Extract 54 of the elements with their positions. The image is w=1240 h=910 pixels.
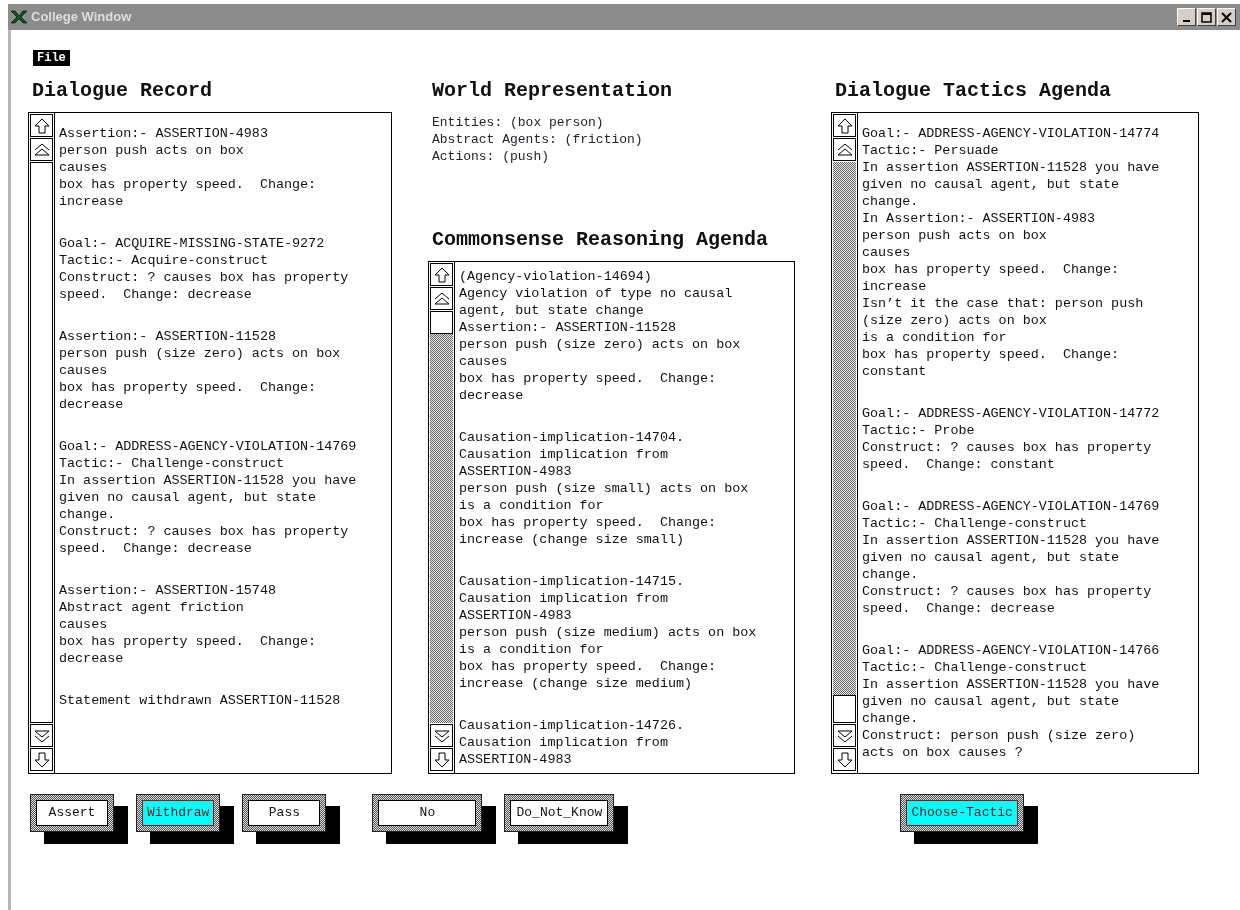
world-fact: Actions: (push) bbox=[432, 148, 551, 165]
entry-text: Goal:- ADDRESS-AGENCY-VIOLATION-14769 Tactic:- Challenge-construct In assertion ASSERTION-11528 you have given no causal agent, but state change. Construct: ? causes box has property speed. Change: decrease bbox=[59, 438, 358, 557]
up-arrow-icon bbox=[432, 265, 451, 284]
section-heading: Commonsense Reasoning Agenda bbox=[432, 227, 770, 253]
entry-text: Causation-implication-14726. Causation implication from ASSERTION-4983 bbox=[459, 717, 685, 768]
page-down-button[interactable] bbox=[833, 724, 856, 747]
world-fact: Abstract Agents: (friction) bbox=[432, 131, 644, 148]
scrollbar-thumb[interactable] bbox=[30, 162, 53, 723]
entry-text: Goal:- ADDRESS-AGENCY-VIOLATION-14772 Tactic:- Probe Construct: ? causes box has property speed. Change: constant bbox=[862, 405, 1161, 473]
scroll-down-button[interactable] bbox=[833, 748, 856, 771]
maximize-icon bbox=[1200, 11, 1213, 23]
section-heading: Dialogue Record bbox=[32, 78, 214, 104]
scroll-down-button[interactable] bbox=[30, 748, 53, 771]
section-heading: Dialogue Tactics Agenda bbox=[835, 78, 1113, 104]
x-logo-icon bbox=[10, 10, 28, 24]
entry-text: Assertion:- ASSERTION-15748 Abstract agent friction causes box has property speed. Change: decrease bbox=[59, 582, 318, 667]
scroll-up-button[interactable] bbox=[833, 114, 856, 137]
entry-text: Goal:- ADDRESS-AGENCY-VIOLATION-14766 Tactic:- Challenge-construct In assertion ASSERTION-11528 you have given no causal agent, but state change. Construct: person push (size zero) acts on box causes ? bbox=[862, 642, 1161, 761]
page-down-button[interactable] bbox=[30, 724, 53, 747]
down-arrow-icon bbox=[835, 750, 854, 769]
entry-text: Causation-implication-14715. Causation implication from ASSERTION-4983 person push (size medium) acts on box is a condition for box has property speed. Change: increase (change size medium) bbox=[459, 573, 758, 692]
scroll-up-button[interactable] bbox=[30, 114, 53, 137]
scrollbar-thumb[interactable] bbox=[833, 694, 856, 723]
page-up-button[interactable] bbox=[833, 138, 856, 161]
maximize-button[interactable] bbox=[1197, 8, 1216, 26]
window-title: College Window bbox=[31, 8, 132, 27]
page-down-button[interactable] bbox=[430, 724, 453, 747]
page-up-button[interactable] bbox=[30, 138, 53, 161]
entry-text: Goal:- ADDRESS-AGENCY-VIOLATION-14769 Tactic:- Challenge-construct In assertion ASSERTION-11528 you have given no causal agent, but state change. Construct: ? causes box has property speed. Change: decrease bbox=[862, 498, 1161, 617]
menu-item[interactable]: File bbox=[33, 50, 70, 66]
scrollbar[interactable] bbox=[429, 262, 455, 773]
entry-text: Statement withdrawn ASSERTION-11528 bbox=[59, 692, 342, 709]
up-arrow-icon bbox=[32, 116, 51, 135]
world-fact: Entities: (box person) bbox=[432, 114, 605, 131]
down-arrow-icon bbox=[32, 750, 51, 769]
entry-text: Goal:- ADDRESS-AGENCY-VIOLATION-14774 Tactic:- Persuade In assertion ASSERTION-11528 you have given no causal agent, but state change. In Assertion:- ASSERTION-4983 person push acts on box causes box has property speed. Change: increase Isn’t it the case that: person push (size zero) acts on box is a condition for box has property speed. Change: constant bbox=[862, 125, 1161, 380]
minimize-button[interactable] bbox=[1177, 8, 1196, 26]
minimize-icon bbox=[1183, 20, 1190, 22]
entry-text: Goal:- ACQUIRE-MISSING-STATE-9272 Tactic:- Acquire-construct Construct: ? causes box has property speed. Change: decrease bbox=[59, 235, 350, 303]
entry-text: Causation-implication-14704. Causation implication from ASSERTION-4983 person push (size small) acts on box is a condition for box has property speed. Change: increase (change size small) bbox=[459, 429, 750, 548]
scrollbar-thumb[interactable] bbox=[430, 311, 453, 334]
close-button[interactable] bbox=[1217, 8, 1236, 26]
scroll-up-button[interactable] bbox=[430, 263, 453, 286]
scrollbar[interactable] bbox=[29, 113, 55, 773]
section-heading: World Representation bbox=[432, 78, 674, 104]
entry-text: (Agency-violation-14694) Agency violation of type no causal agent, but state change Assertion:- ASSERTION-11528 person push (size zero) acts on box causes box has property speed. Change: decrease bbox=[459, 268, 742, 404]
scrollbar[interactable] bbox=[832, 113, 858, 773]
page-up-button[interactable] bbox=[430, 287, 453, 310]
close-icon bbox=[1220, 11, 1233, 23]
scroll-down-button[interactable] bbox=[430, 748, 453, 771]
up-arrow-icon bbox=[835, 116, 854, 135]
entry-text: Assertion:- ASSERTION-11528 person push (size zero) acts on box causes box has property speed. Change: decrease bbox=[59, 328, 342, 413]
down-arrow-icon bbox=[432, 750, 451, 769]
entry-text: Assertion:- ASSERTION-4983 person push acts on box causes box has property speed. Change: increase bbox=[59, 125, 318, 210]
